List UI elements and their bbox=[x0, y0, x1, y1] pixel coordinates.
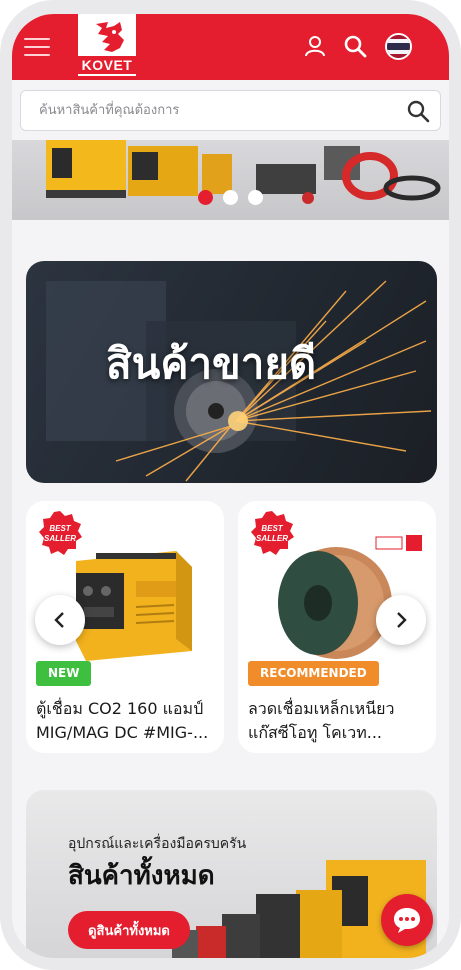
product-name[interactable]: ลวดเชื่อมเหล็กเหนียว แก๊สซีโอทู โคเวท... bbox=[248, 697, 428, 745]
search-icon[interactable] bbox=[343, 34, 367, 58]
previous-arrow-button[interactable] bbox=[35, 595, 85, 645]
search-submit-icon[interactable] bbox=[406, 99, 430, 123]
search-input[interactable] bbox=[39, 91, 399, 130]
user-icon[interactable] bbox=[303, 34, 327, 58]
best-seller-hero-banner[interactable]: สินค้าขายดี bbox=[26, 261, 437, 483]
product-name[interactable]: ตู้เชื่อม CO2 160 แอมป์ MIG/MAG DC #MIG-… bbox=[36, 697, 216, 745]
search-bar bbox=[20, 90, 441, 131]
brand-logo[interactable]: KOVET bbox=[76, 14, 138, 78]
chat-bubble-icon bbox=[394, 908, 420, 933]
thai-flag-language-icon[interactable] bbox=[385, 33, 412, 60]
menu-icon[interactable] bbox=[24, 38, 50, 58]
hero-title: สินค้าขายดี bbox=[106, 339, 317, 388]
all-products-title: สินค้าทั้งหมด bbox=[68, 861, 215, 891]
carousel-dot-1[interactable] bbox=[198, 190, 213, 205]
carousel-dot-3[interactable] bbox=[248, 190, 263, 205]
phone-frame: KOVET ค้นหาสินค้าที่คุณต้องการ สินค้าขาย… bbox=[0, 0, 461, 970]
header-bar: KOVET bbox=[12, 14, 449, 80]
carousel-dot-2[interactable] bbox=[223, 190, 238, 205]
next-arrow-button[interactable] bbox=[376, 595, 426, 645]
promo-banner-carousel[interactable] bbox=[12, 140, 449, 220]
product-tag-new: NEW bbox=[36, 661, 92, 686]
view-all-products-button[interactable]: ดูสินค้าทั้งหมด bbox=[68, 911, 190, 949]
logo-text: KOVET bbox=[78, 56, 136, 74]
chevron-left-icon bbox=[54, 612, 64, 628]
chat-button[interactable] bbox=[381, 894, 433, 946]
logo-mark-icon bbox=[96, 22, 124, 52]
screen: KOVET ค้นหาสินค้าที่คุณต้องการ สินค้าขาย… bbox=[12, 14, 449, 958]
banner-products-image bbox=[46, 140, 441, 204]
all-products-subtitle: อุปกรณ์และเครื่องมือครบครัน bbox=[68, 836, 247, 852]
carousel-dots bbox=[198, 190, 273, 206]
chevron-right-icon bbox=[397, 612, 407, 628]
product-tag-recommended: RECOMMENDED bbox=[248, 661, 379, 686]
all-products-banner: อุปกรณ์และเครื่องมือครบครัน สินค้าทั้งหม… bbox=[26, 790, 437, 958]
